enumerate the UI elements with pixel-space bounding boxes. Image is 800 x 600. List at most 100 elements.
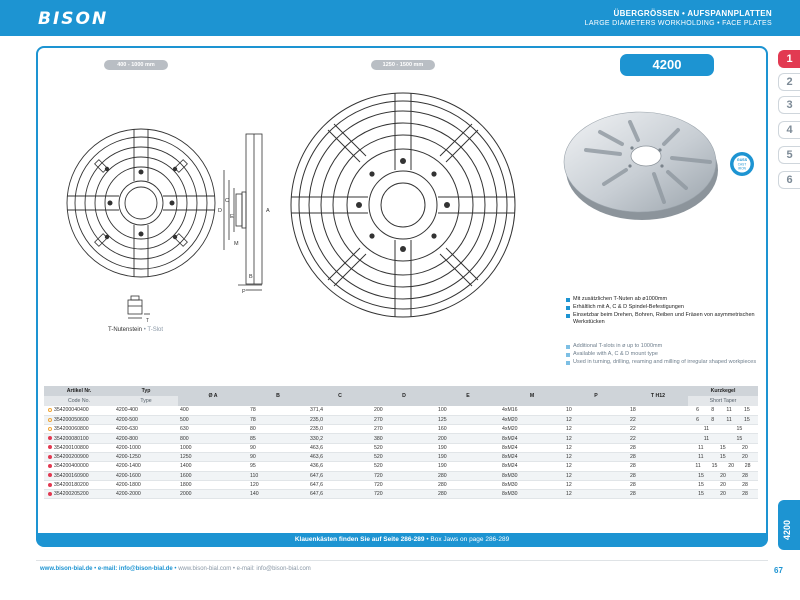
short-taper-value: 11 — [703, 426, 710, 433]
col-header: Ø A — [178, 386, 248, 406]
cell-short-taper: 6 8 11 15 — [688, 406, 758, 416]
tab-5[interactable]: 5 — [778, 146, 800, 164]
cell-c: 647,6 — [308, 471, 372, 481]
table-row: 354200205200 4200-2000 2000 140 647,6 720 280 8… — [44, 489, 758, 500]
cell-type: 4200-630 — [114, 424, 178, 435]
availability-dot-red — [48, 464, 52, 469]
spec-table: Artikel Nr. Typ Ø A B C D E M P T H12 Ku… — [44, 386, 758, 500]
cell-a: 1000 — [178, 443, 248, 454]
cell-m: 8xM30 — [500, 489, 564, 500]
feature-list-de: Mit zusätzlichen T-Nuten ab ø1000mm Erhä… — [566, 296, 762, 327]
availability-dot-hollow — [48, 426, 52, 431]
dim-label-a: A — [266, 208, 270, 214]
cell-a: 1800 — [178, 480, 248, 491]
short-taper-value: 6 — [696, 407, 700, 414]
footer-contacts: www.bison-bial.de • e-mail: info@bison-b… — [40, 566, 311, 572]
cell-code: 354200060800 — [44, 424, 114, 435]
cell-m: 8xM24 — [500, 452, 564, 463]
code-text: 354200050600 — [54, 416, 89, 423]
cell-e: 190 — [436, 443, 500, 454]
cell-type: 4200-1400 — [114, 461, 178, 472]
short-taper-value: 15 — [719, 454, 726, 461]
brand-logo: BISON — [38, 9, 109, 29]
short-taper-value: 15 — [736, 426, 743, 433]
cell-c: 436,6 — [308, 461, 372, 472]
cell-a: 500 — [178, 415, 248, 426]
cell-c: 371,4 — [308, 406, 372, 416]
cell-b: 85 — [248, 433, 308, 444]
cell-b: 120 — [248, 480, 308, 491]
cell-m: 8xM30 — [500, 471, 564, 481]
short-taper-value: 15 — [744, 416, 750, 423]
cell-a: 1250 — [178, 452, 248, 463]
table-row: 354200200900 4200-1250 1250 90 463,6 520 190 8x… — [44, 452, 758, 463]
cell-e: 280 — [436, 489, 500, 500]
side-section-code-label: 4200 — [782, 519, 792, 540]
short-taper-value: 8 — [711, 416, 715, 423]
short-taper-values: 15 20 28 — [690, 482, 756, 488]
col-header: C — [308, 386, 372, 406]
cell-m: 8xM24 — [500, 433, 564, 444]
cell-e: 190 — [436, 461, 500, 472]
feature-item: Additional T-slots in ø up to 1000mm — [566, 343, 762, 350]
cell-short-taper: 11 15 — [688, 433, 758, 444]
short-taper-values: 11 15 20 — [690, 454, 756, 460]
short-taper-value: 20 — [720, 482, 726, 489]
catalog-page: BISON ÜBERGRÖSSEN • AUFSPANNPLATTEN LARG… — [0, 0, 800, 600]
short-taper-value: 28 — [744, 463, 751, 470]
short-taper-value: 28 — [742, 491, 748, 498]
short-taper-values: 11 15 20 — [690, 445, 756, 451]
availability-dot-hollow — [48, 417, 52, 422]
dim-label-m: M — [234, 241, 239, 247]
short-taper-value: 20 — [742, 444, 748, 451]
header-title-de: ÜBERGRÖSSEN • AUFSPANNPLATTEN — [613, 9, 772, 18]
link-www-de[interactable]: www.bison-bial.de — [40, 566, 92, 572]
section-view-drawing: D C E A M B P — [218, 133, 270, 295]
cell-t: 18 — [628, 406, 688, 416]
short-taper-values: 11 15 — [690, 436, 756, 442]
cell-d: 200 — [372, 406, 436, 416]
cell-type: 4200-400 — [114, 406, 178, 416]
short-taper-value: 15 — [744, 407, 750, 414]
short-taper-value: 11 — [695, 463, 701, 470]
cell-m: 8xM30 — [500, 480, 564, 491]
cell-code: 354200180200 — [44, 480, 114, 491]
cell-d: 720 — [372, 480, 436, 491]
cell-d: 520 — [372, 461, 436, 472]
t-slot-caption: T-Nutenstein • T-Slot — [108, 327, 163, 333]
cell-p: 12 — [564, 452, 628, 463]
short-taper-value: 11 — [726, 416, 732, 423]
cell-e: 280 — [436, 480, 500, 491]
tab-4[interactable]: 4 — [778, 121, 800, 139]
cell-type: 4200-500 — [114, 415, 178, 426]
short-taper-value: 15 — [698, 491, 704, 498]
cast-iron-badge: GUSS CAST IRON — [730, 152, 754, 176]
spec-table-body: 354200040400 4200-400 400 78 371,4 200 100 4xM1… — [44, 406, 758, 500]
col-header: T H12 — [628, 386, 688, 406]
link-www-com[interactable]: www.bison-bial.com — [178, 566, 231, 572]
cell-a: 630 — [178, 424, 248, 435]
t-slot-caption-en: T-Slot — [147, 327, 164, 333]
cell-code: 354200200900 — [44, 452, 114, 463]
cell-short-taper: 11 15 — [688, 424, 758, 435]
tab-1[interactable]: 1 — [778, 50, 800, 68]
header-title-en: LARGE DIAMETERS WORKHOLDING • FACE PLATE… — [584, 20, 772, 27]
code-text: 354200205200 — [54, 491, 89, 498]
cell-short-taper: 11 15 20 — [688, 443, 758, 454]
cell-a: 800 — [178, 433, 248, 444]
footer-divider — [36, 560, 768, 561]
tab-3[interactable]: 3 — [778, 96, 800, 114]
feature-item: Erhältlich mit A, C & D Spindel-Befestig… — [566, 304, 762, 311]
link-mail-de[interactable]: e-mail: info@bison-bial.de — [98, 566, 173, 572]
table-row: 354200060800 4200-630 630 80 235,0 270 160 4xM2… — [44, 424, 758, 435]
feature-list-en: Additional T-slots in ø up to 1000mm Ava… — [566, 343, 762, 367]
tab-6[interactable]: 6 — [778, 171, 800, 189]
cell-p: 12 — [564, 461, 628, 472]
cell-a: 1600 — [178, 471, 248, 481]
cell-a: 2000 — [178, 489, 248, 500]
cell-d: 720 — [372, 489, 436, 500]
link-mail-com[interactable]: e-mail: info@bison-bial.com — [237, 566, 311, 572]
small-faceplate-drawing — [66, 128, 216, 278]
tab-2[interactable]: 2 — [778, 73, 800, 91]
large-faceplate-drawing — [290, 92, 516, 318]
